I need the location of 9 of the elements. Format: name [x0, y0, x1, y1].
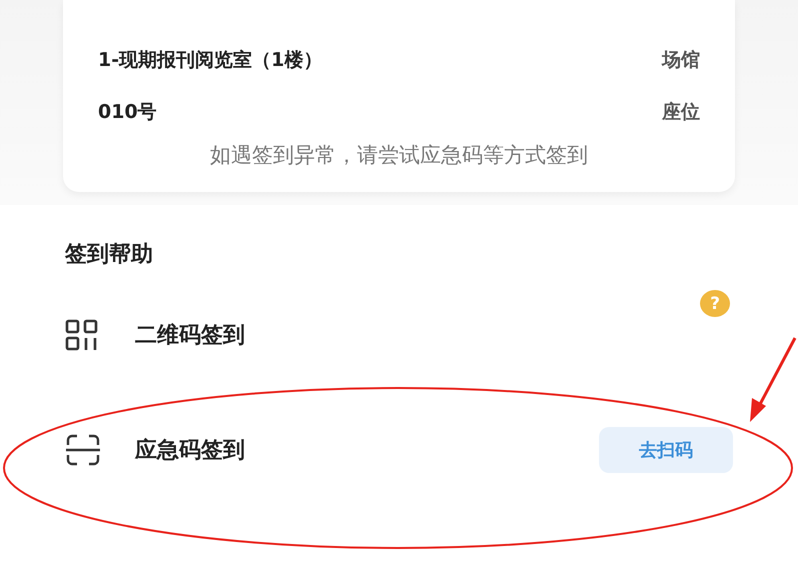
info-value: 1-现期报刊阅览室（1楼）	[98, 48, 322, 73]
notice-text: 如遇签到异常，请尝试应急码等方式签到	[209, 142, 589, 169]
info-label: 座位	[662, 100, 700, 125]
option-label[interactable]: 二维码签到	[135, 320, 245, 350]
option-label[interactable]: 应急码签到	[135, 434, 245, 464]
scan-icon	[65, 434, 101, 466]
info-label: 场馆	[662, 48, 700, 73]
section-title: 签到帮助	[65, 241, 154, 269]
info-value: 010号	[98, 100, 157, 125]
